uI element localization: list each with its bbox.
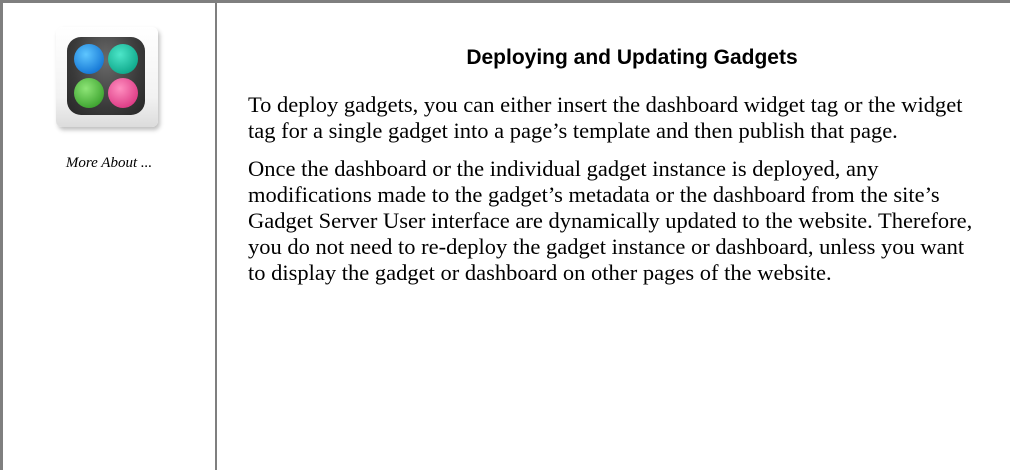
teal-dot-icon (108, 44, 138, 74)
paragraph-deploy: To deploy gadgets, you can either insert… (248, 92, 963, 143)
gadgets-app-icon[interactable] (56, 27, 158, 127)
icon-tile (67, 37, 145, 115)
main-content: Deploying and Updating Gadgets To deploy… (248, 30, 978, 298)
sidebar: More About ... (3, 3, 215, 470)
column-divider (215, 0, 217, 470)
blue-dot-icon (74, 44, 104, 74)
page-frame: More About ... Deploying and Updating Ga… (0, 0, 1010, 470)
paragraph-update: Once the dashboard or the individual gad… (248, 156, 973, 285)
more-about-caption[interactable]: More About ... (3, 155, 215, 172)
pink-dot-icon (108, 78, 138, 108)
section-title: Deploying and Updating Gadgets (466, 46, 798, 69)
green-dot-icon (74, 78, 104, 108)
